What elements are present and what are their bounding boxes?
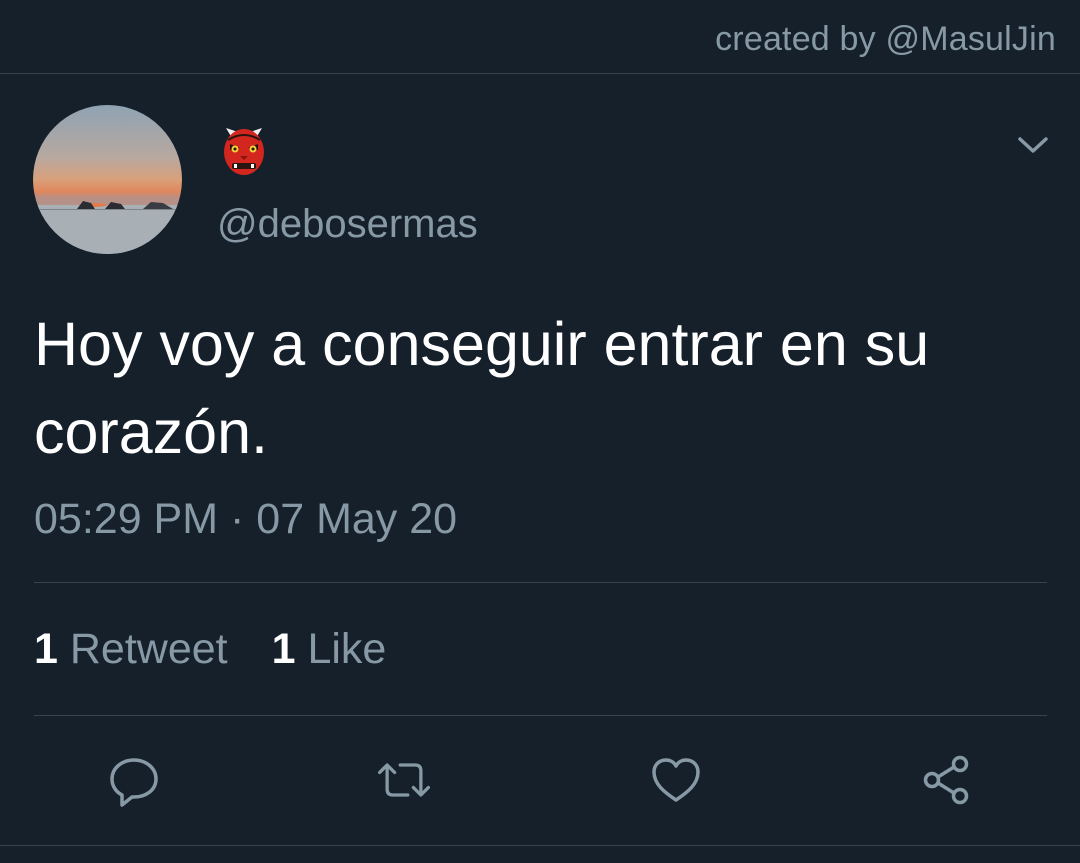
reply-icon <box>110 758 158 807</box>
tweet-timestamp[interactable]: 05:29 PM · 07 May 20 <box>34 495 457 544</box>
divider <box>34 582 1047 583</box>
bottom-divider <box>0 845 1080 846</box>
top-bar: created by @MasulJin <box>0 0 1080 74</box>
like-button[interactable] <box>646 748 706 812</box>
retweets-count: 1 <box>34 625 58 673</box>
retweet-icon <box>377 763 431 797</box>
engagement-stats: 1 Retweet 1 Like <box>34 625 386 674</box>
reply-button[interactable] <box>104 748 164 812</box>
share-button[interactable] <box>916 748 976 812</box>
likes-stat[interactable]: 1 Like <box>272 625 387 674</box>
retweet-button[interactable] <box>374 748 434 812</box>
action-bar <box>0 748 1080 812</box>
avatar-sunset-image <box>33 105 182 254</box>
divider <box>34 715 1047 716</box>
retweets-label: Retweet <box>69 625 228 673</box>
share-icon <box>923 755 969 805</box>
creator-credit: created by @MasulJin <box>715 20 1056 58</box>
avatar[interactable] <box>33 105 182 254</box>
like-icon <box>652 758 700 802</box>
tweet-date: 07 May 20 <box>256 495 458 543</box>
timestamp-separator: · <box>230 495 245 543</box>
display-name-oni-emoji-icon[interactable] <box>218 122 270 178</box>
tweet-time: 05:29 PM <box>34 495 219 543</box>
tweet-text: Hoy voy a conseguir entrar en su corazón… <box>34 310 930 466</box>
likes-label: Like <box>307 625 387 673</box>
user-handle[interactable]: @debosermas <box>217 202 478 247</box>
likes-count: 1 <box>271 625 296 673</box>
retweets-stat[interactable]: 1 Retweet <box>34 625 228 674</box>
chevron-down-icon[interactable] <box>1014 130 1052 160</box>
